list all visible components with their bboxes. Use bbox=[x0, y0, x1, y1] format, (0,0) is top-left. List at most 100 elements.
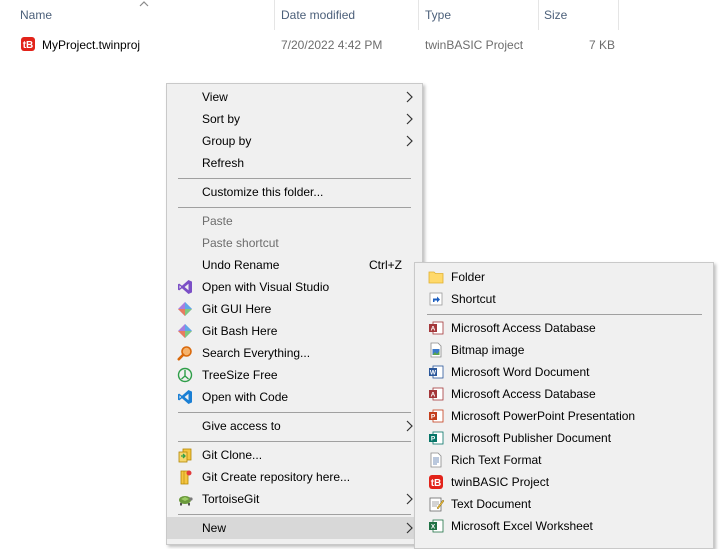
menu-item-git-gui-here[interactable]: Git GUI Here bbox=[167, 298, 422, 320]
column-date-modified[interactable]: Date modified bbox=[281, 0, 355, 30]
new-item-label: Microsoft Access Database bbox=[451, 387, 596, 401]
file-name: MyProject.twinproj bbox=[42, 38, 141, 52]
file-type: twinBASIC Project bbox=[425, 38, 524, 52]
chevron-right-icon bbox=[406, 420, 413, 432]
menu-item-label: Git Clone... bbox=[202, 448, 263, 462]
keyboard-shortcut: Ctrl+Z bbox=[369, 258, 402, 272]
menu-item-git-bash-here[interactable]: Git Bash Here bbox=[167, 320, 422, 342]
treesize-icon bbox=[177, 367, 193, 383]
menu-item-label: Open with Visual Studio bbox=[202, 280, 330, 294]
menu-item-label: Give access to bbox=[202, 419, 281, 433]
menu-item-sort-by[interactable]: Sort by bbox=[167, 108, 422, 130]
git-bash-icon bbox=[178, 324, 192, 338]
menu-item-label: Paste shortcut bbox=[202, 236, 279, 250]
new-item-shortcut[interactable]: Shortcut bbox=[415, 288, 713, 310]
chevron-right-icon bbox=[406, 91, 413, 103]
svg-text:X: X bbox=[431, 524, 436, 531]
new-item-bitmap-image[interactable]: Bitmap image bbox=[415, 339, 713, 361]
menu-item-label: New bbox=[202, 521, 227, 535]
menu-item-label: Git Create repository here... bbox=[202, 470, 351, 484]
folder-icon bbox=[428, 271, 444, 284]
menu-separator bbox=[178, 441, 411, 442]
menu-item-label: Customize this folder... bbox=[202, 185, 324, 199]
chevron-right-icon bbox=[406, 135, 413, 147]
menu-item-open-with-code[interactable]: Open with Code bbox=[167, 386, 422, 408]
word-document-icon: W bbox=[429, 365, 444, 379]
column-size[interactable]: Size bbox=[544, 0, 567, 30]
visual-studio-icon bbox=[178, 280, 192, 294]
new-item-label: Microsoft Word Document bbox=[451, 365, 590, 379]
rich-text-icon bbox=[430, 452, 442, 468]
menu-item-git-create-repository[interactable]: Git Create repository here... bbox=[167, 466, 422, 488]
submenu-separator bbox=[427, 314, 702, 315]
menu-item-label: Paste bbox=[202, 214, 233, 228]
column-type[interactable]: Type bbox=[425, 0, 451, 30]
sort-ascending-icon bbox=[139, 1, 149, 7]
menu-item-label: Sort by bbox=[202, 112, 241, 126]
bitmap-icon bbox=[430, 342, 442, 358]
menu-item-git-clone[interactable]: Git Clone... bbox=[167, 444, 422, 466]
menu-item-label: Group by bbox=[202, 134, 252, 148]
new-item-excel-worksheet[interactable]: X Microsoft Excel Worksheet bbox=[415, 515, 713, 537]
new-submenu: Folder Shortcut A Microsoft Access Datab… bbox=[414, 262, 714, 549]
menu-item-open-with-visual-studio[interactable]: Open with Visual Studio bbox=[167, 276, 422, 298]
svg-text:W: W bbox=[430, 370, 437, 377]
menu-item-label: Open with Code bbox=[202, 390, 289, 404]
menu-item-view[interactable]: View bbox=[167, 86, 422, 108]
menu-item-refresh[interactable]: Refresh bbox=[167, 152, 422, 174]
new-item-powerpoint-presentation[interactable]: P Microsoft PowerPoint Presentation bbox=[415, 405, 713, 427]
access-database-icon: A bbox=[429, 321, 444, 335]
new-item-label: Bitmap image bbox=[451, 343, 525, 357]
new-item-label: Microsoft PowerPoint Presentation bbox=[451, 409, 636, 423]
new-item-label: Microsoft Access Database bbox=[451, 321, 596, 335]
file-size: 7 KB bbox=[589, 38, 616, 52]
new-item-label: Microsoft Publisher Document bbox=[451, 431, 612, 445]
menu-item-label: TortoiseGit bbox=[202, 492, 260, 506]
column-divider[interactable] bbox=[274, 0, 275, 30]
menu-item-paste: Paste bbox=[167, 210, 422, 232]
menu-separator bbox=[178, 412, 411, 413]
menu-item-treesize-free[interactable]: TreeSize Free bbox=[167, 364, 422, 386]
file-row[interactable]: tB MyProject.twinproj 7/20/2022 4:42 PM … bbox=[0, 34, 721, 56]
svg-text:A: A bbox=[431, 392, 436, 399]
menu-item-tortoisegit[interactable]: TortoiseGit bbox=[167, 488, 422, 510]
menu-item-label: Search Everything... bbox=[202, 346, 311, 360]
column-name[interactable]: Name bbox=[20, 0, 52, 30]
column-divider[interactable] bbox=[418, 0, 419, 30]
new-item-twinbasic-project[interactable]: tB twinBASIC Project bbox=[415, 471, 713, 493]
menu-item-undo-rename[interactable]: Undo Rename Ctrl+Z bbox=[167, 254, 422, 276]
powerpoint-icon: P bbox=[429, 409, 444, 423]
menu-item-label: TreeSize Free bbox=[202, 368, 278, 382]
menu-item-new[interactable]: New bbox=[167, 517, 422, 539]
menu-item-label: Undo Rename bbox=[202, 258, 280, 272]
column-divider[interactable] bbox=[538, 0, 539, 30]
new-item-publisher-document[interactable]: P Microsoft Publisher Document bbox=[415, 427, 713, 449]
new-item-access-database[interactable]: A Microsoft Access Database bbox=[415, 383, 713, 405]
svg-text:tB: tB bbox=[431, 478, 442, 489]
twinbasic-file-icon: tB bbox=[21, 37, 35, 51]
chevron-right-icon bbox=[406, 113, 413, 125]
excel-worksheet-icon: X bbox=[429, 519, 444, 533]
menu-item-give-access-to[interactable]: Give access to bbox=[167, 415, 422, 437]
menu-item-search-everything[interactable]: Search Everything... bbox=[167, 342, 422, 364]
svg-text:P: P bbox=[431, 414, 436, 421]
vscode-icon bbox=[178, 390, 192, 404]
new-item-label: Text Document bbox=[451, 497, 532, 511]
file-date-modified: 7/20/2022 4:42 PM bbox=[281, 38, 383, 52]
context-menu: View Sort by Group by Refresh Customize … bbox=[166, 83, 423, 545]
column-divider[interactable] bbox=[618, 0, 619, 30]
new-item-access-database[interactable]: A Microsoft Access Database bbox=[415, 317, 713, 339]
new-item-word-document[interactable]: W Microsoft Word Document bbox=[415, 361, 713, 383]
menu-item-group-by[interactable]: Group by bbox=[167, 130, 422, 152]
shortcut-icon bbox=[429, 292, 443, 306]
publisher-icon: P bbox=[429, 431, 444, 445]
menu-separator bbox=[178, 178, 411, 179]
new-item-label: twinBASIC Project bbox=[451, 475, 550, 489]
menu-item-paste-shortcut: Paste shortcut bbox=[167, 232, 422, 254]
access-database-icon: A bbox=[429, 387, 444, 401]
new-item-folder[interactable]: Folder bbox=[415, 266, 713, 288]
menu-item-customize-folder[interactable]: Customize this folder... bbox=[167, 181, 422, 203]
new-item-text-document[interactable]: Text Document bbox=[415, 493, 713, 515]
new-item-rich-text-format[interactable]: Rich Text Format bbox=[415, 449, 713, 471]
new-item-label: Microsoft Excel Worksheet bbox=[451, 519, 593, 533]
